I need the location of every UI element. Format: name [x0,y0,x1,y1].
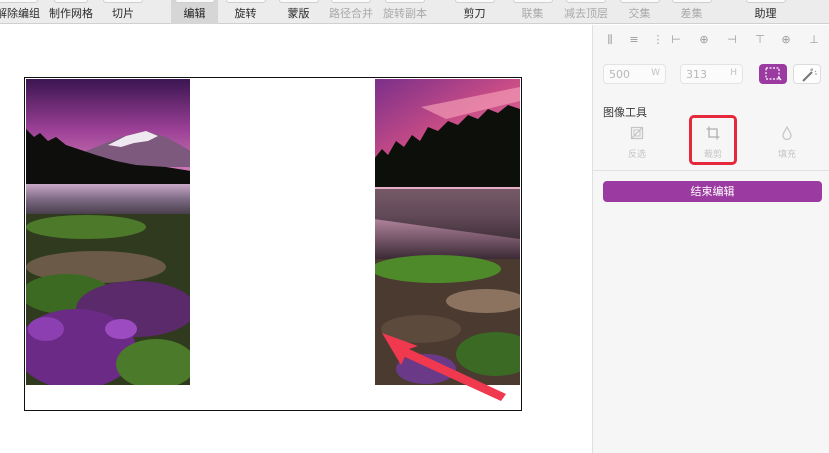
rotate-copies-icon [385,0,425,3]
fill-drop-icon [782,126,792,140]
align-top-icon[interactable]: ⊤ [753,32,767,48]
slice-icon [103,0,143,3]
grid-icon [54,0,88,3]
more-options-icon[interactable]: ⋮ [651,32,665,48]
distribute-horizontal-icon[interactable]: ⫼ [603,32,617,48]
tool-label: 交集 [628,7,651,20]
toolbar: 解除编组 制作网格 切片 编辑 旋转 蒙版 路径合并 旋转副本 剪刀 联集 减去… [0,0,829,24]
alignment-toolbar: ⫼ ≡ ⋮ ⊢ ⊕ ⊣ ⊤ ⊕ ⊥ [603,32,823,48]
tool-scissors[interactable]: 剪刀 [451,0,498,24]
tool-label: 旋转 [234,7,257,20]
inspector-panel: ⫼ ≡ ⋮ ⊢ ⊕ ⊣ ⊤ ⊕ ⊥ W H [592,25,829,453]
invert-selection-label: 反选 [627,150,646,160]
tool-difference[interactable]: 差集 [668,0,715,24]
rotate-icon [225,0,266,3]
magic-wand-icon [802,68,817,82]
tool-subtract[interactable]: 减去顶层 [561,0,611,24]
app-window: 解除编组 制作网格 切片 编辑 旋转 蒙版 路径合并 旋转副本 剪刀 联集 减去… [0,0,829,453]
tool-slice[interactable]: 切片 [101,0,145,24]
align-center-horizontal-icon[interactable]: ⊕ [697,32,711,48]
finish-editing-button[interactable]: 结束编辑 [603,181,822,202]
selected-image[interactable] [24,77,522,411]
tool-mask[interactable]: 蒙版 [275,0,322,24]
tool-label: 蒙版 [287,7,310,20]
tool-label: 制作网格 [49,7,93,20]
intersect-icon [619,0,660,3]
image-tools-title: 图像工具 [603,106,647,119]
tool-label: 联集 [521,7,544,20]
height-input[interactable] [686,67,726,81]
height-field[interactable]: H [680,64,743,84]
assistant-icon [745,0,786,3]
tool-assistant[interactable]: 助理 [742,0,789,24]
tool-label: 减去顶层 [564,7,608,20]
distribute-vertical-icon[interactable]: ≡ [627,32,641,48]
difference-icon [671,0,712,3]
invert-selection-icon [630,126,644,140]
align-middle-vertical-icon[interactable]: ⊕ [779,32,793,48]
cropped-region [190,79,375,385]
tool-label: 编辑 [183,7,206,20]
width-field[interactable]: W [603,64,666,84]
tool-rotate-copies[interactable]: 旋转副本 [380,0,430,24]
fill-label: 填充 [777,150,796,160]
tool-rotate[interactable]: 旋转 [222,0,269,24]
tool-union[interactable]: 联集 [509,0,556,24]
landscape-photo [26,79,520,385]
tool-label: 剪刀 [463,7,486,20]
align-left-icon[interactable]: ⊢ [669,32,683,48]
mask-icon [278,0,319,3]
edit-icon [174,0,215,3]
tool-label: 助理 [754,7,777,20]
align-right-icon[interactable]: ⊣ [725,32,739,48]
width-unit-label: W [651,68,660,78]
width-input[interactable] [609,67,649,81]
marquee-select-icon [765,67,782,81]
tool-label: 旋转副本 [383,7,427,20]
ungroup-icon [0,0,38,3]
divider [593,170,829,171]
tool-flatten[interactable]: 路径合并 [326,0,376,24]
canvas[interactable] [0,25,592,453]
tool-make-grid[interactable]: 制作网格 [46,0,96,24]
tool-label: 切片 [112,7,134,20]
align-bottom-icon[interactable]: ⊥ [807,32,821,48]
union-icon [512,0,553,3]
magic-wand-button[interactable] [793,64,821,84]
tool-label: 解除编组 [0,7,40,20]
tool-label: 路径合并 [329,7,373,20]
tool-ungroup[interactable]: 解除编组 [0,0,46,24]
marquee-selection-button[interactable] [759,64,787,84]
scissors-icon [454,0,495,3]
height-unit-label: H [730,68,737,78]
tool-intersect[interactable]: 交集 [616,0,663,24]
fill-button[interactable]: 填充 [764,123,810,163]
subtract-icon [566,0,606,3]
flatten-icon [331,0,371,3]
tool-edit[interactable]: 编辑 [171,0,218,24]
crop-highlight-box [689,115,737,165]
tool-label: 差集 [680,7,703,20]
invert-selection-button[interactable]: 反选 [614,123,660,163]
